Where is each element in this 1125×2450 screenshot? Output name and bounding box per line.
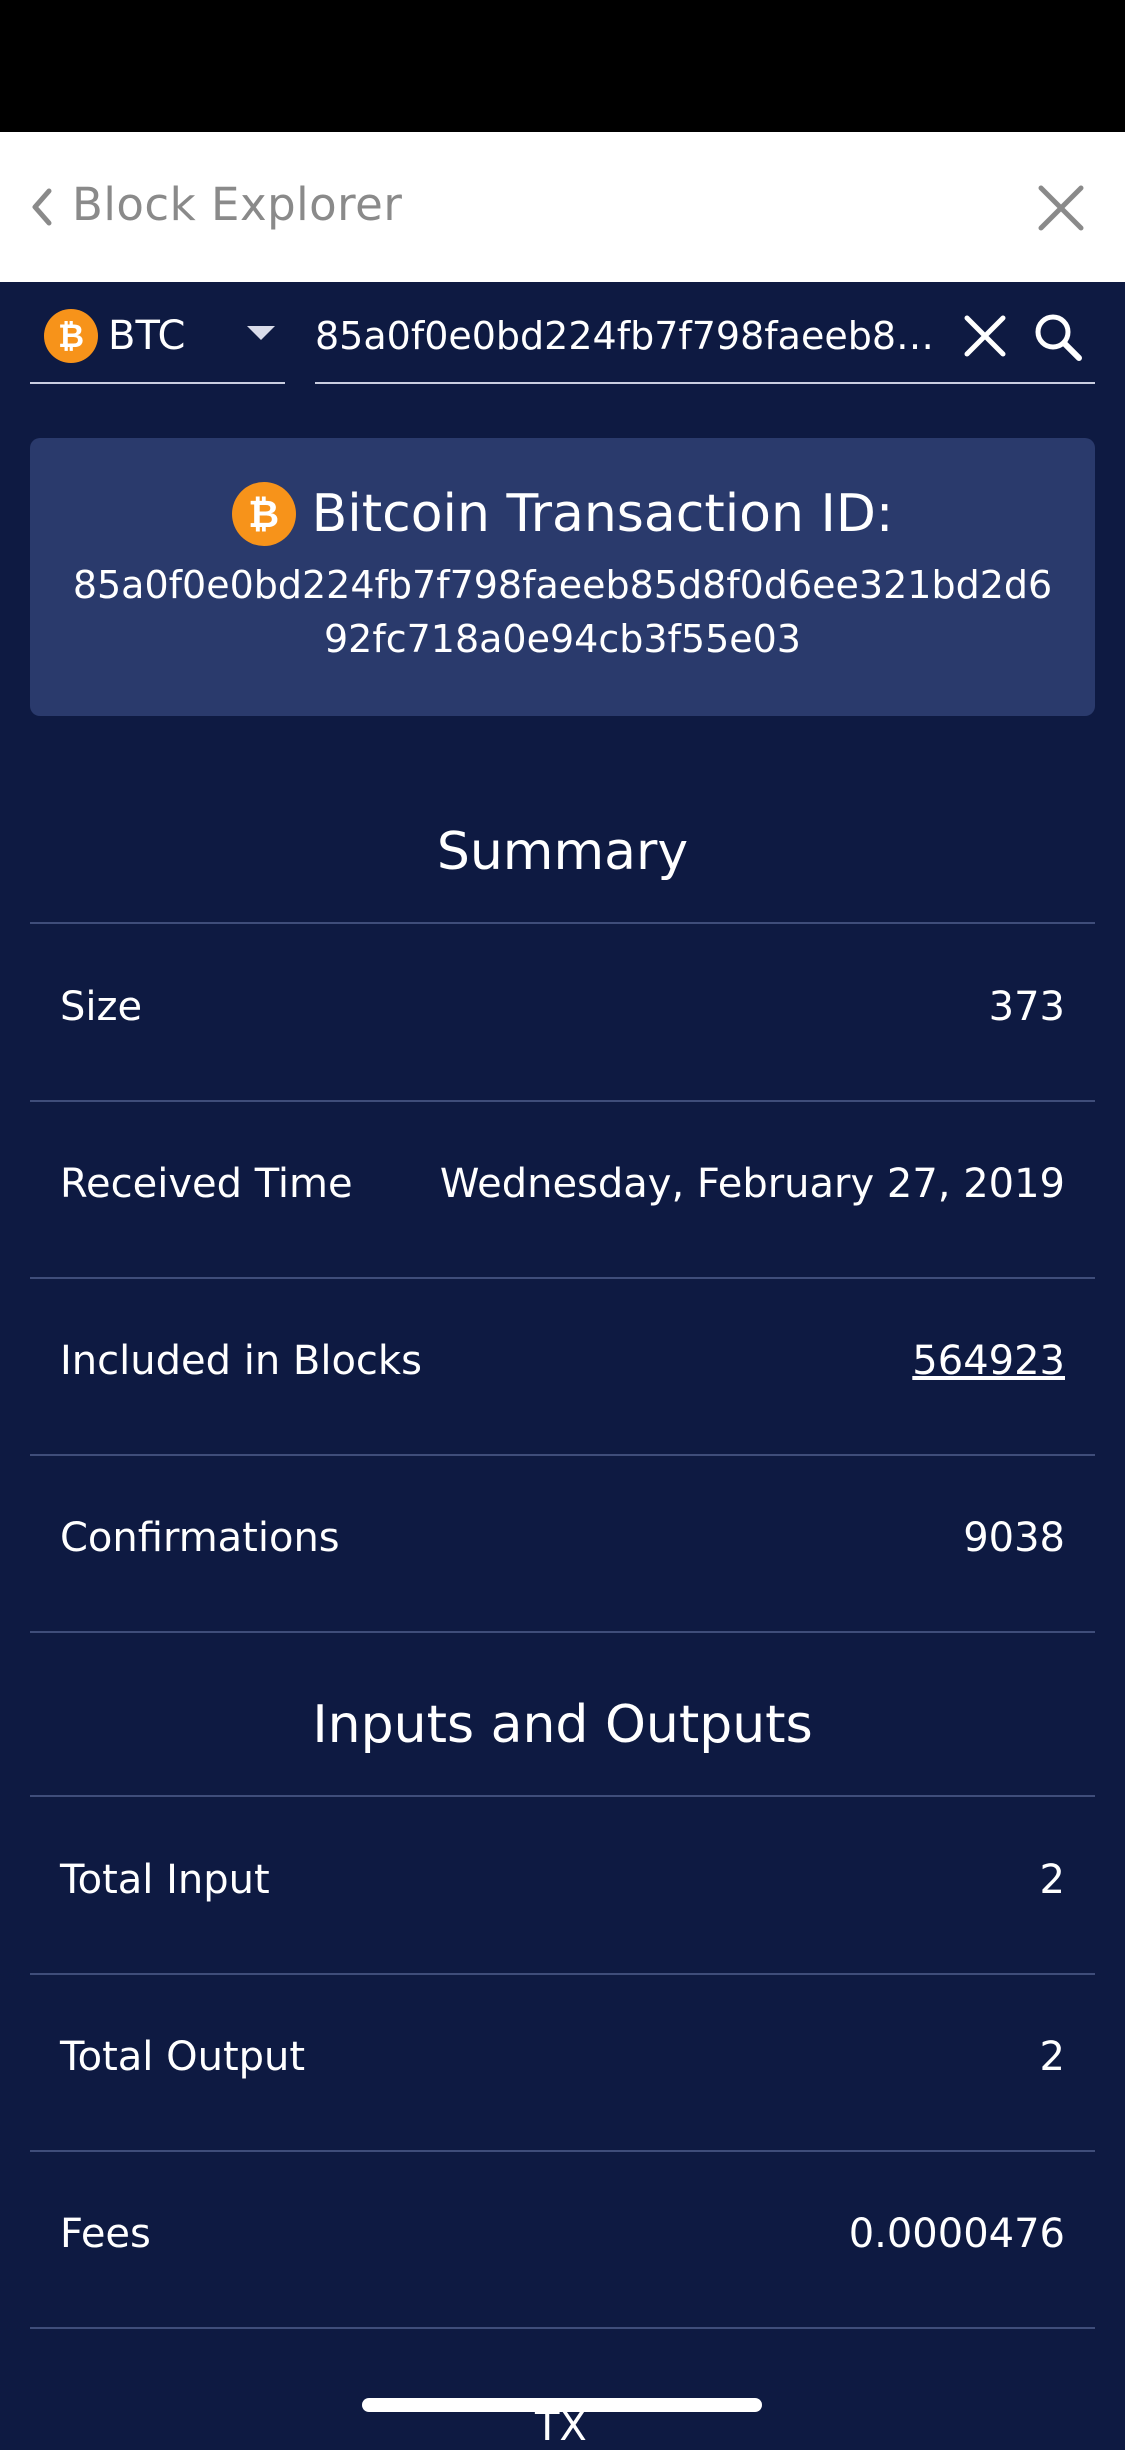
clear-search-button[interactable]	[961, 312, 1009, 360]
search-query-text: 85a0f0e0bd224fb7f798faeeb85...	[315, 314, 935, 358]
row-label: Total Input	[60, 1857, 270, 1903]
summary-row-size: Size 373	[30, 924, 1095, 1100]
row-label: Fees	[60, 2211, 151, 2257]
currency-dropdown[interactable]: ₿ BTC	[30, 290, 285, 384]
row-value: 2	[1039, 1857, 1065, 1903]
row-value: 373	[988, 984, 1065, 1030]
row-label: Confirmations	[60, 1515, 340, 1561]
clear-icon	[964, 315, 1006, 357]
row-label: Size	[60, 984, 143, 1030]
row-label: Included in Blocks	[60, 1338, 422, 1384]
search-input[interactable]: 85a0f0e0bd224fb7f798faeeb85...	[315, 290, 1095, 384]
close-button[interactable]	[1033, 180, 1089, 236]
row-value: 2	[1039, 2034, 1065, 2080]
search-icon	[1035, 314, 1082, 361]
home-indicator	[362, 2398, 762, 2412]
summary-row-confirmations: Confirmations 9038	[30, 1455, 1095, 1631]
page-title: Block Explorer	[72, 178, 403, 231]
block-link[interactable]: 564923	[912, 1338, 1065, 1384]
chevron-down-icon	[247, 326, 275, 340]
io-row-fees: Fees 0.0000476	[30, 2151, 1095, 2327]
search-button[interactable]	[1031, 310, 1085, 364]
close-icon	[1038, 185, 1084, 231]
transaction-id-value: 85a0f0e0bd224fb7f798faeeb85d8f0d6ee321bd…	[72, 563, 1053, 661]
row-value: Wednesday, February 27, 2019	[439, 1161, 1065, 1207]
summary-title: Summary	[436, 822, 689, 882]
row-label: Received Time	[60, 1161, 353, 1207]
bitcoin-icon: ₿	[231, 482, 296, 546]
row-value: 9038	[963, 1515, 1065, 1561]
row-label: Total Output	[60, 2034, 306, 2080]
currency-label: BTC	[108, 313, 186, 359]
status-bar	[0, 0, 1125, 132]
back-button[interactable]	[20, 182, 64, 232]
transaction-id-card: ₿ Bitcoin Transaction ID: 85a0f0e0bd224f…	[30, 438, 1095, 716]
io-row-total-output: Total Output 2	[30, 1974, 1095, 2150]
inputs-outputs-title: Inputs and Outputs	[312, 1695, 813, 1755]
summary-row-received-time: Received Time Wednesday, February 27, 20…	[30, 1101, 1095, 1277]
row-value: 0.0000476	[848, 2211, 1065, 2257]
chevron-left-icon	[32, 188, 52, 226]
bitcoin-icon: ₿	[44, 309, 98, 363]
divider	[30, 2327, 1095, 2329]
transaction-id-title: Bitcoin Transaction ID:	[311, 484, 894, 544]
summary-row-included-in-blocks: Included in Blocks 564923	[30, 1278, 1095, 1454]
divider	[30, 1631, 1095, 1633]
io-row-total-input: Total Input 2	[30, 1797, 1095, 1973]
header-bar: Block Explorer	[0, 132, 1125, 282]
